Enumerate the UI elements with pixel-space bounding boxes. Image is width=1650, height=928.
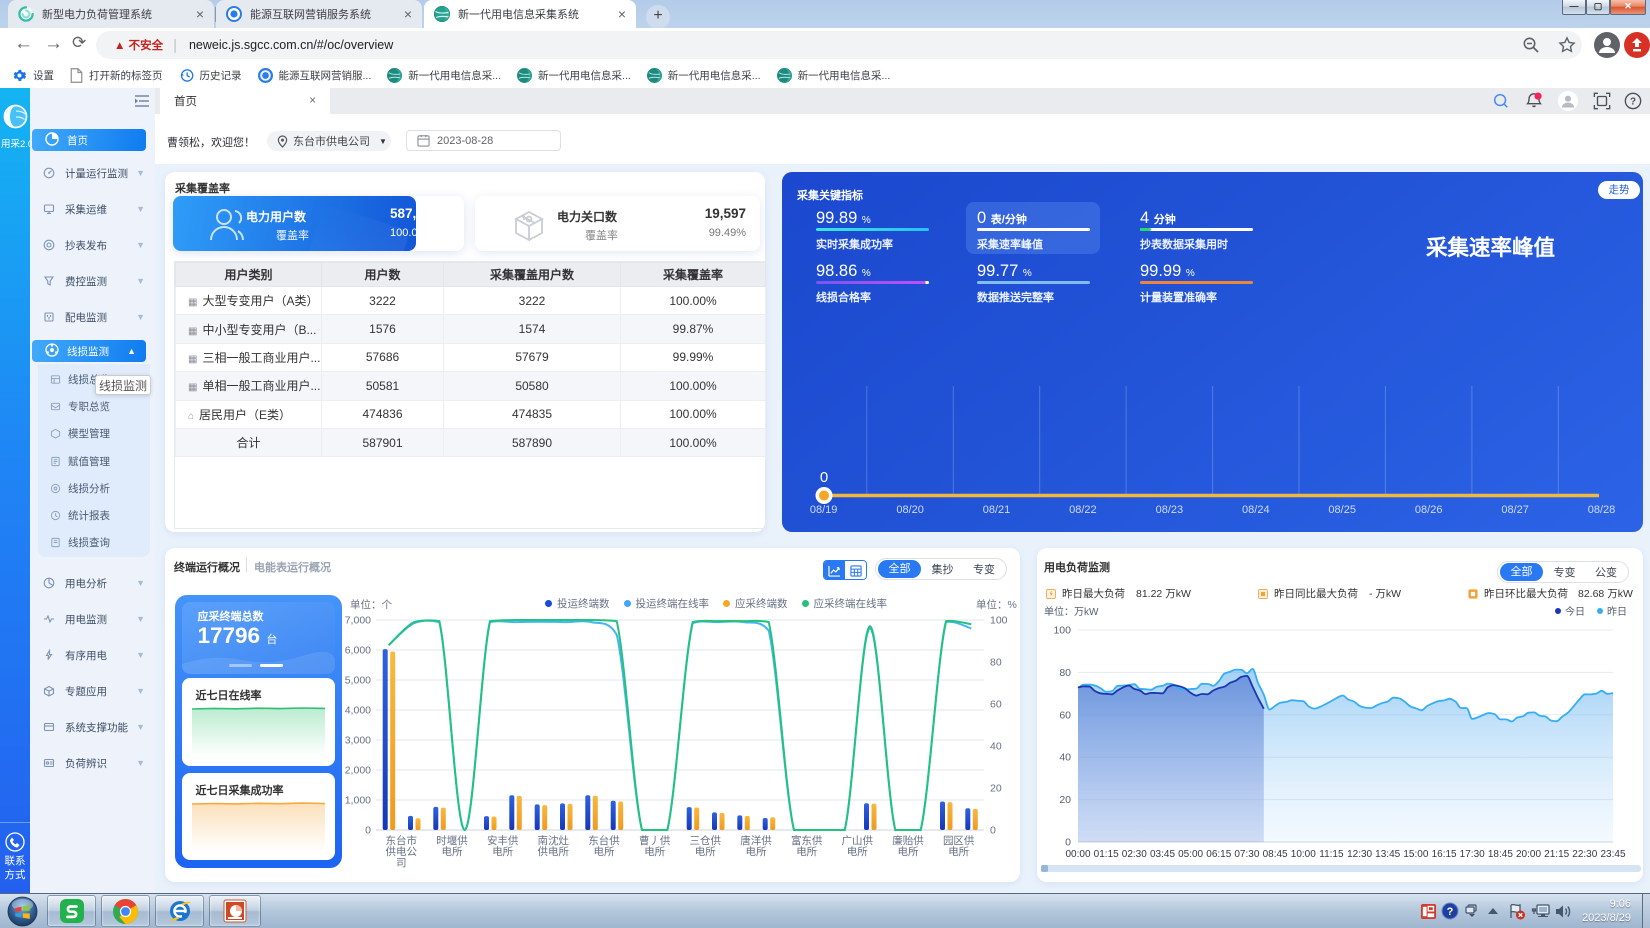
svg-text:08/22: 08/22 [1069, 504, 1097, 516]
svg-text:02:30: 02:30 [1122, 849, 1147, 860]
svg-text:23:45: 23:45 [1600, 849, 1625, 860]
svg-text:3,000: 3,000 [345, 735, 371, 747]
svg-text:12:30: 12:30 [1347, 849, 1372, 860]
svg-text:电所: 电所 [644, 845, 665, 858]
svg-text:08/24: 08/24 [1242, 504, 1270, 516]
svg-text:电所: 电所 [898, 845, 919, 858]
svg-text:40: 40 [990, 741, 1002, 753]
svg-text:08/20: 08/20 [896, 504, 924, 516]
svg-text:80: 80 [1059, 667, 1071, 679]
svg-text:20: 20 [990, 783, 1002, 795]
svg-text:08/26: 08/26 [1415, 504, 1443, 516]
svg-text:7,000: 7,000 [345, 615, 371, 627]
svg-text:08/21: 08/21 [983, 504, 1011, 516]
svg-text:03:45: 03:45 [1150, 849, 1175, 860]
svg-text:60: 60 [1059, 709, 1071, 721]
svg-text:100: 100 [1053, 625, 1071, 637]
svg-text:20: 20 [1059, 794, 1071, 806]
svg-text:16:15: 16:15 [1432, 849, 1457, 860]
svg-text:0: 0 [1065, 837, 1071, 849]
svg-text:17:30: 17:30 [1460, 849, 1485, 860]
svg-text:司: 司 [396, 857, 407, 869]
svg-text:电所: 电所 [847, 845, 868, 858]
svg-text:08/23: 08/23 [1156, 504, 1184, 516]
svg-text:100: 100 [990, 615, 1008, 627]
svg-text:08:45: 08:45 [1263, 849, 1288, 860]
svg-text:?: ? [1447, 906, 1454, 918]
svg-text:0: 0 [990, 825, 996, 837]
svg-text:0: 0 [820, 469, 828, 486]
svg-text:15:00: 15:00 [1403, 849, 1428, 860]
svg-text:40: 40 [1059, 752, 1071, 764]
svg-text:供电所: 供电所 [538, 845, 570, 858]
svg-text:5,000: 5,000 [345, 675, 371, 687]
svg-text:13:45: 13:45 [1375, 849, 1400, 860]
svg-text:电所: 电所 [695, 845, 716, 858]
svg-text:01:15: 01:15 [1094, 849, 1119, 860]
svg-text:06:15: 06:15 [1206, 849, 1231, 860]
svg-text:4,000: 4,000 [345, 705, 371, 717]
svg-text:0: 0 [365, 825, 371, 837]
svg-text:05:00: 05:00 [1178, 849, 1203, 860]
svg-text:电所: 电所 [492, 845, 513, 858]
svg-text:电所: 电所 [746, 845, 767, 858]
svg-text:电所: 电所 [796, 845, 817, 858]
svg-text:07:30: 07:30 [1234, 849, 1259, 860]
svg-text:08/19: 08/19 [810, 504, 838, 516]
svg-text:6,000: 6,000 [345, 645, 371, 657]
svg-text:08/25: 08/25 [1328, 504, 1356, 516]
svg-text:电所: 电所 [594, 845, 615, 858]
svg-text:11:15: 11:15 [1319, 849, 1344, 860]
svg-text:22:30: 22:30 [1572, 849, 1597, 860]
svg-text:20:00: 20:00 [1516, 849, 1541, 860]
svg-text:21:15: 21:15 [1544, 849, 1569, 860]
svg-text:18:45: 18:45 [1488, 849, 1513, 860]
svg-text:电所: 电所 [948, 845, 969, 858]
svg-text:60: 60 [990, 699, 1002, 711]
svg-text:1,000: 1,000 [345, 795, 371, 807]
svg-text:电所: 电所 [442, 845, 463, 858]
svg-text:?: ? [1630, 97, 1636, 108]
svg-text:08/28: 08/28 [1588, 504, 1616, 516]
svg-text:00:00: 00:00 [1065, 849, 1090, 860]
svg-text:80: 80 [990, 657, 1002, 669]
svg-text:2,000: 2,000 [345, 765, 371, 777]
svg-text:10:00: 10:00 [1291, 849, 1316, 860]
svg-text:08/27: 08/27 [1501, 504, 1529, 516]
